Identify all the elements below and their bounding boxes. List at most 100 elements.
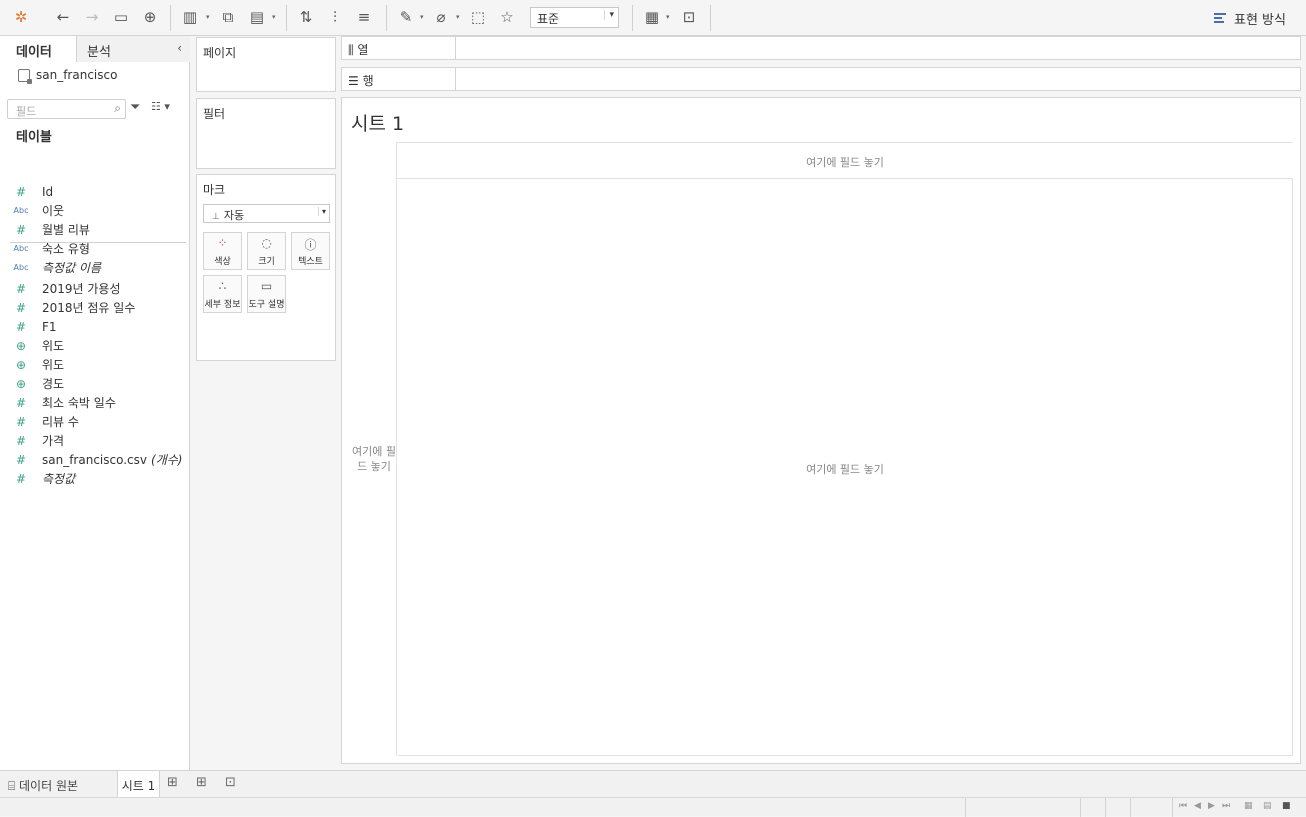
data-source-tab[interactable]: ⌸ 데이터 원본 [8, 777, 78, 794]
duplicate-sheet-icon[interactable]: ⧉ [217, 6, 239, 28]
size-mark-label: 크기 [258, 257, 275, 267]
field-item[interactable]: Abc 측정값 이름 [0, 258, 186, 277]
field-item[interactable]: #2019년 가용성 [0, 279, 186, 298]
clear-sheet-caret-icon[interactable]: ▾ [272, 13, 278, 21]
sort-ascending-icon[interactable]: ⫶ [324, 6, 346, 28]
field-label: 측정값 이름 [42, 261, 102, 275]
tables-heading: 테이블 [16, 130, 52, 145]
group-members-icon[interactable]: ⌀ [430, 6, 452, 28]
toolbar-separator [170, 5, 171, 31]
fit-select[interactable]: 표준 ▾ [530, 7, 619, 28]
new-worksheet-caret-icon[interactable]: ▾ [206, 13, 212, 21]
field-item[interactable]: ⊕ 경도 [0, 374, 186, 393]
toolbar-separator [386, 5, 387, 31]
redo-icon[interactable]: → [81, 6, 103, 28]
undo-icon[interactable]: ← [52, 6, 74, 28]
field-item[interactable]: # 리뷰 수 [0, 412, 186, 431]
sheet-sorter-icon[interactable]: ▦ [1244, 801, 1253, 811]
tableau-logo-icon[interactable]: ✲ [10, 6, 32, 28]
presentation-mode-icon[interactable]: ⊡ [678, 6, 700, 28]
filmstrip-icon[interactable]: ▤ [1263, 801, 1272, 811]
column-drop-zone[interactable]: 여기에 필드 놓기 [397, 142, 1293, 179]
number-type-icon: # [15, 452, 27, 467]
highlight-caret-icon[interactable]: ▾ [420, 13, 426, 21]
field-item[interactable]: Abc 이웃 [0, 201, 186, 220]
columns-shelf[interactable]: ⫼ 열 [341, 36, 1301, 60]
mark-type-select[interactable]: ⊥ 자동 ▾ [203, 204, 330, 223]
new-worksheet-tab-icon[interactable]: ⊞ [167, 775, 178, 790]
clear-sheet-icon[interactable]: ▤ [246, 6, 268, 28]
group-caret-icon[interactable]: ▾ [456, 13, 462, 21]
worksheet-canvas: 시트 1 여기에 필드 놓기 여기에 필드 놓기 여기에 필드 놓기 [341, 97, 1301, 764]
field-search-input[interactable]: 필드 ⌕ [7, 99, 126, 119]
field-label: 월별 리뷰 [42, 223, 90, 237]
database-icon [18, 68, 32, 84]
shelf-divider [455, 68, 456, 90]
show-cards-caret-icon[interactable]: ▾ [666, 13, 672, 21]
tab-analysis[interactable]: 분석 [77, 36, 190, 62]
color-mark-label: 색상 [214, 257, 231, 267]
save-icon[interactable]: ▭ [110, 6, 132, 28]
data-pane: 데이터 분석 ‹ san_francisco 필드 ⌕ ⏷ ☷ ▾ 테이블 # I… [0, 36, 190, 770]
new-datasource-icon[interactable]: ⊕ [139, 6, 161, 28]
last-sheet-icon[interactable]: ⏭ [1222, 801, 1230, 811]
tabs-view-icon[interactable]: ■ [1282, 801, 1291, 811]
field-item[interactable]: # 월별 리뷰 [0, 220, 186, 239]
filters-card[interactable]: 필터 [196, 98, 336, 169]
field-label: 2019년 가용성 [42, 282, 121, 296]
text-mark-label: 텍스트 [298, 257, 323, 267]
new-dashboard-tab-icon[interactable]: ⊞ [196, 775, 207, 790]
tab-data[interactable]: 데이터 [0, 36, 77, 62]
first-sheet-icon[interactable]: ⏮ [1179, 801, 1187, 811]
field-label: 2018년 점유 일수 [42, 301, 136, 315]
tooltip-mark-button[interactable]: ▭ 도구 설명 [247, 275, 286, 313]
field-item[interactable]: ⊕ 위도 [0, 355, 186, 374]
row-drop-zone-label: 여기에 필드 놓기 [352, 445, 396, 473]
view-options-icon[interactable]: ☷ ▾ [151, 100, 170, 113]
next-sheet-icon[interactable]: ▶ [1208, 801, 1215, 811]
text-mark-button[interactable]: ⓘ 텍스트 [291, 232, 330, 270]
field-item[interactable]: # 가격 [0, 431, 186, 450]
detail-mark-button[interactable]: ∴ 세부 정보 [203, 275, 242, 313]
fit-select-value: 표준 [537, 12, 560, 26]
fix-axes-icon[interactable]: ☆ [496, 6, 518, 28]
collapse-pane-icon[interactable]: ‹ [177, 41, 182, 55]
pages-card-title: 페이지 [203, 46, 237, 60]
pages-card[interactable]: 페이지 [196, 37, 336, 92]
chevron-down-icon: ▾ [317, 207, 326, 216]
sheet-tab[interactable]: 시트 1 [117, 771, 160, 798]
show-labels-icon[interactable]: ⬚ [467, 6, 489, 28]
main-drop-zone[interactable]: 여기에 필드 놓기 [398, 179, 1293, 756]
sort-descending-icon[interactable]: ≡ [353, 6, 375, 28]
highlight-icon[interactable]: ✎ [395, 6, 417, 28]
field-label: F1 [42, 319, 57, 334]
field-item[interactable]: # Id [0, 182, 186, 201]
show-me-icon [1214, 12, 1228, 25]
datasource-item[interactable]: san_francisco [18, 68, 117, 84]
rows-shelf[interactable]: ☰ 행 [341, 67, 1301, 91]
size-mark-button[interactable]: ◌ 크기 [247, 232, 286, 270]
field-label: 가격 [42, 434, 65, 448]
field-item[interactable]: # san_francisco.csv (개수) [0, 450, 186, 469]
field-item[interactable]: # 측정값 [0, 469, 186, 488]
sheet-title[interactable]: 시트 1 [351, 109, 404, 136]
geo-type-icon: ⊕ [15, 376, 27, 391]
number-type-icon: # [15, 395, 27, 410]
field-item[interactable]: # F1 [0, 317, 186, 336]
new-story-tab-icon[interactable]: ⊡ [225, 775, 236, 790]
color-mark-button[interactable]: ⁘ 색상 [203, 232, 242, 270]
filter-icon[interactable]: ⏷ [130, 100, 140, 115]
field-item[interactable]: #2018년 점유 일수 [0, 298, 186, 317]
show-cards-icon[interactable]: ▦ [641, 6, 663, 28]
field-label: Id [42, 184, 54, 199]
string-type-icon: Abc [13, 263, 29, 272]
previous-sheet-icon[interactable]: ◀ [1194, 801, 1201, 811]
number-type-icon: # [15, 471, 27, 486]
row-drop-zone[interactable]: 여기에 필드 놓기 [351, 142, 397, 756]
new-worksheet-icon[interactable]: ▥ [179, 6, 201, 28]
mark-type-value: 자동 [223, 209, 245, 222]
field-item[interactable]: ⊕ 위도 [0, 336, 186, 355]
swap-rows-columns-icon[interactable]: ⇅ [295, 6, 317, 28]
show-me-button[interactable]: 표현 방식 [1214, 9, 1286, 28]
field-item[interactable]: # 최소 숙박 일수 [0, 393, 186, 412]
